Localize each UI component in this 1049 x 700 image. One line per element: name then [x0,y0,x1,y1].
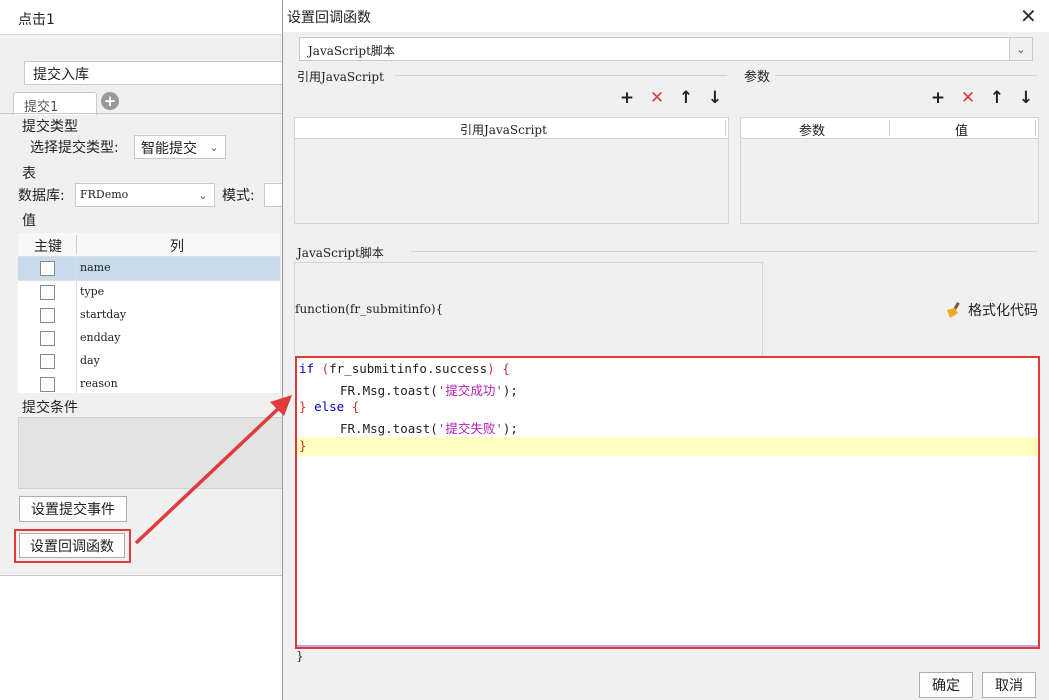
annotation-arrow [134,395,292,545]
